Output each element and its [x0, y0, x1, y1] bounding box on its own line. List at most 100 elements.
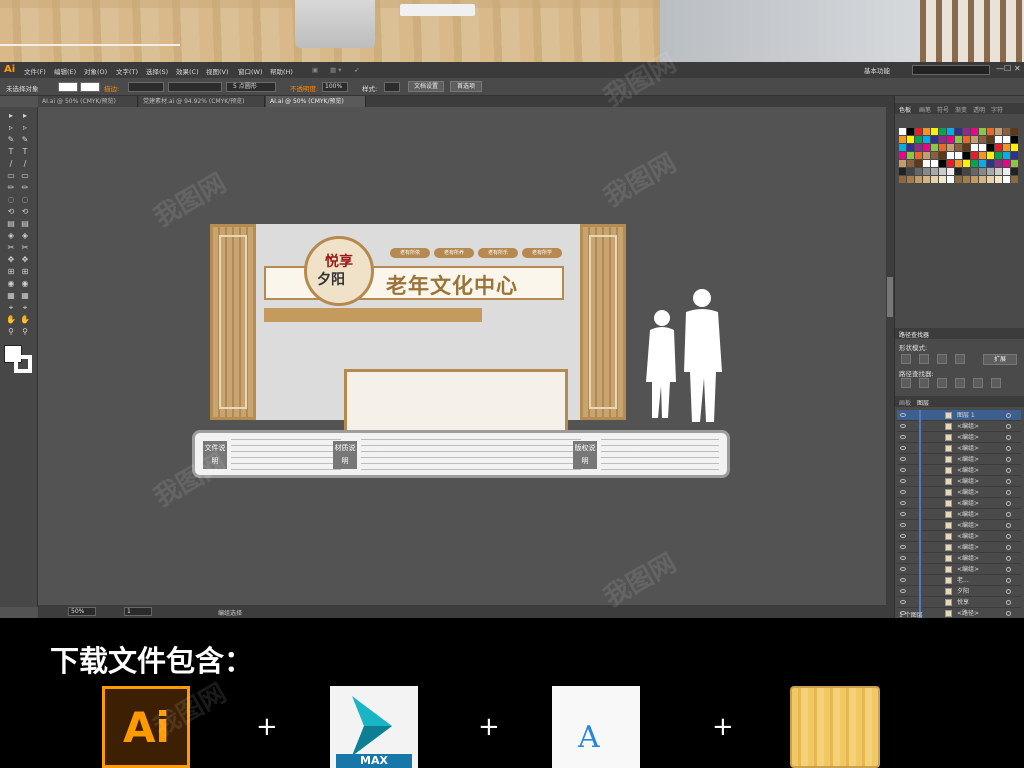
stroke-weight-field[interactable] — [128, 82, 164, 92]
swatch-cell[interactable] — [947, 152, 954, 159]
minimize-icon[interactable]: — — [996, 64, 1004, 73]
swatch-cell[interactable] — [947, 176, 954, 183]
swatch-cell[interactable] — [931, 152, 938, 159]
swatch-cell[interactable] — [923, 136, 930, 143]
swatch-cell[interactable] — [939, 144, 946, 151]
stroke-label[interactable]: 描边: — [104, 83, 119, 93]
swatch-cell[interactable] — [907, 136, 914, 143]
visibility-eye-icon[interactable] — [900, 578, 906, 582]
layer-row[interactable]: <编组> — [897, 498, 1021, 509]
swatch-cell[interactable] — [987, 152, 994, 159]
minus-back-icon[interactable] — [991, 378, 1001, 388]
swatch-cell[interactable] — [987, 160, 994, 167]
intersect-icon[interactable] — [937, 354, 947, 364]
swatch-cell[interactable] — [931, 128, 938, 135]
swatch-cell[interactable] — [955, 152, 962, 159]
menu-window[interactable]: 窗口(W) — [238, 66, 263, 76]
menu-type[interactable]: 文字(T) — [116, 66, 138, 76]
visibility-eye-icon[interactable] — [900, 446, 906, 450]
menu-object[interactable]: 对象(O) — [84, 66, 107, 76]
swatch-cell[interactable] — [1003, 144, 1010, 151]
swatch-cell[interactable] — [915, 136, 922, 143]
swatch-cell[interactable] — [923, 160, 930, 167]
menu-help[interactable]: 帮助(H) — [270, 66, 293, 76]
swatch-cell[interactable] — [979, 128, 986, 135]
swatch-cell[interactable] — [915, 160, 922, 167]
document-setup-button[interactable]: 文档设置 — [408, 81, 444, 92]
menu-edit[interactable]: 编辑(E) — [54, 66, 76, 76]
visibility-eye-icon[interactable] — [900, 523, 906, 527]
swatch-cell[interactable] — [1011, 152, 1018, 159]
layer-target-icon[interactable] — [1006, 435, 1011, 440]
pen-tool-icon[interactable]: ✎ — [20, 135, 30, 145]
swatch-cell[interactable] — [963, 152, 970, 159]
chart-tool-icon[interactable]: ▦ — [6, 291, 16, 301]
swatch-cell[interactable] — [963, 144, 970, 151]
swatch-cell[interactable] — [971, 152, 978, 159]
tab-document-1[interactable]: AI.ai @ 50% (CMYK/预览) — [38, 96, 138, 107]
layer-row[interactable]: <编组> — [897, 443, 1021, 454]
gradient-tool-icon[interactable]: ◉ — [20, 279, 30, 289]
exclude-icon[interactable] — [955, 354, 965, 364]
swatch-cell[interactable] — [987, 128, 994, 135]
swatch-cell[interactable] — [963, 128, 970, 135]
layer-row[interactable]: <编组> — [897, 542, 1021, 553]
layer-target-icon[interactable] — [1006, 600, 1011, 605]
visibility-eye-icon[interactable] — [900, 435, 906, 439]
tab-character[interactable]: 字符 — [991, 105, 1003, 114]
swatch-cell[interactable] — [987, 136, 994, 143]
swatch-cell[interactable] — [955, 160, 962, 167]
swatch-cell[interactable] — [939, 176, 946, 183]
layer-target-icon[interactable] — [1006, 446, 1011, 451]
swatch-cell[interactable] — [907, 176, 914, 183]
swatch-cell[interactable] — [995, 176, 1002, 183]
style-picker[interactable] — [384, 82, 400, 92]
layer-target-icon[interactable] — [1006, 512, 1011, 517]
swatch-cell[interactable] — [979, 160, 986, 167]
visibility-eye-icon[interactable] — [900, 413, 906, 417]
swatch-cell[interactable] — [931, 136, 938, 143]
layer-row[interactable]: <编组> — [897, 520, 1021, 531]
workspace-switcher[interactable]: 基本功能 — [864, 65, 890, 75]
swatch-cell[interactable] — [923, 128, 930, 135]
swatch-cell[interactable] — [915, 152, 922, 159]
visibility-eye-icon[interactable] — [900, 556, 906, 560]
blob-tool-icon[interactable]: ◌ — [6, 195, 16, 205]
swatch-cell[interactable] — [955, 144, 962, 151]
swatch-cell[interactable] — [1003, 136, 1010, 143]
visibility-eye-icon[interactable] — [900, 468, 906, 472]
rectangle-tool-icon[interactable]: ▭ — [6, 171, 16, 181]
gradient-tool-icon[interactable]: ◉ — [6, 279, 16, 289]
swatch-cell[interactable] — [1003, 128, 1010, 135]
swatch-cell[interactable] — [907, 168, 914, 175]
layer-row[interactable]: <编组> — [897, 476, 1021, 487]
layer-target-icon[interactable] — [1006, 556, 1011, 561]
swatch-cell[interactable] — [1011, 176, 1018, 183]
type-tool-icon[interactable]: T — [6, 147, 16, 157]
divide-icon[interactable] — [901, 378, 911, 388]
tab-document-2[interactable]: 党建素材.ai @ 94.92% (CMYK/预览) — [139, 96, 265, 107]
swatch-cell[interactable] — [931, 144, 938, 151]
swatch-cell[interactable] — [899, 144, 906, 151]
visibility-eye-icon[interactable] — [900, 501, 906, 505]
swatch-cell[interactable] — [899, 176, 906, 183]
layer-target-icon[interactable] — [1006, 545, 1011, 550]
visibility-eye-icon[interactable] — [900, 512, 906, 516]
eyedropper-tool-icon[interactable]: ⌖ — [20, 303, 30, 313]
swatch-cell[interactable] — [979, 168, 986, 175]
swatch-cell[interactable] — [923, 144, 930, 151]
swatch-cell[interactable] — [963, 136, 970, 143]
expand-button[interactable]: 扩展 — [983, 354, 1017, 365]
swatch-cell[interactable] — [979, 144, 986, 151]
layer-target-icon[interactable] — [1006, 424, 1011, 429]
visibility-eye-icon[interactable] — [900, 545, 906, 549]
width-tool-icon[interactable]: ▤ — [6, 219, 16, 229]
pen-tool-icon[interactable]: ✎ — [6, 135, 16, 145]
swatch-cell[interactable] — [955, 168, 962, 175]
swatch-cell[interactable] — [939, 128, 946, 135]
swatch-cell[interactable] — [907, 128, 914, 135]
swatch-cell[interactable] — [971, 176, 978, 183]
rotate-tool-icon[interactable]: ⟲ — [6, 207, 16, 217]
layer-target-icon[interactable] — [1006, 567, 1011, 572]
mesh-tool-icon[interactable]: ⊞ — [6, 267, 16, 277]
